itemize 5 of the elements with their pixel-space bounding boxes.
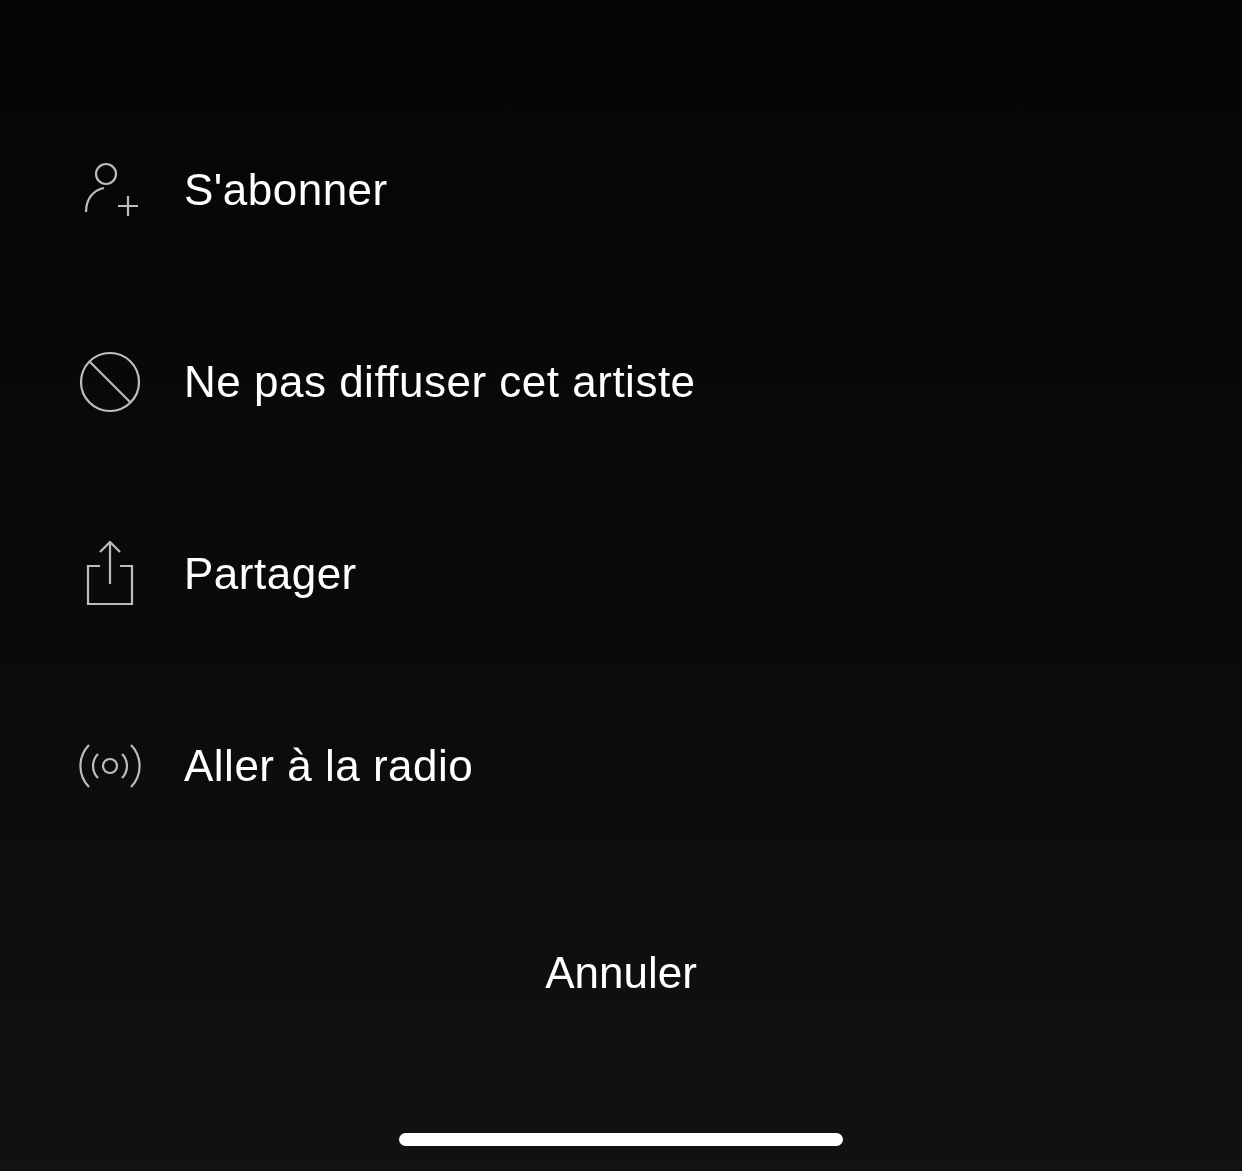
menu-item[interactable]: S'abonner (0, 94, 388, 286)
menu-item[interactable]: Ne pas diffuser cet artiste (0, 286, 696, 478)
cancel-button[interactable]: Annuler (545, 948, 697, 998)
menu-item[interactable]: Aller à la radio (0, 670, 474, 862)
menu-item[interactable]: Partager (0, 478, 357, 670)
